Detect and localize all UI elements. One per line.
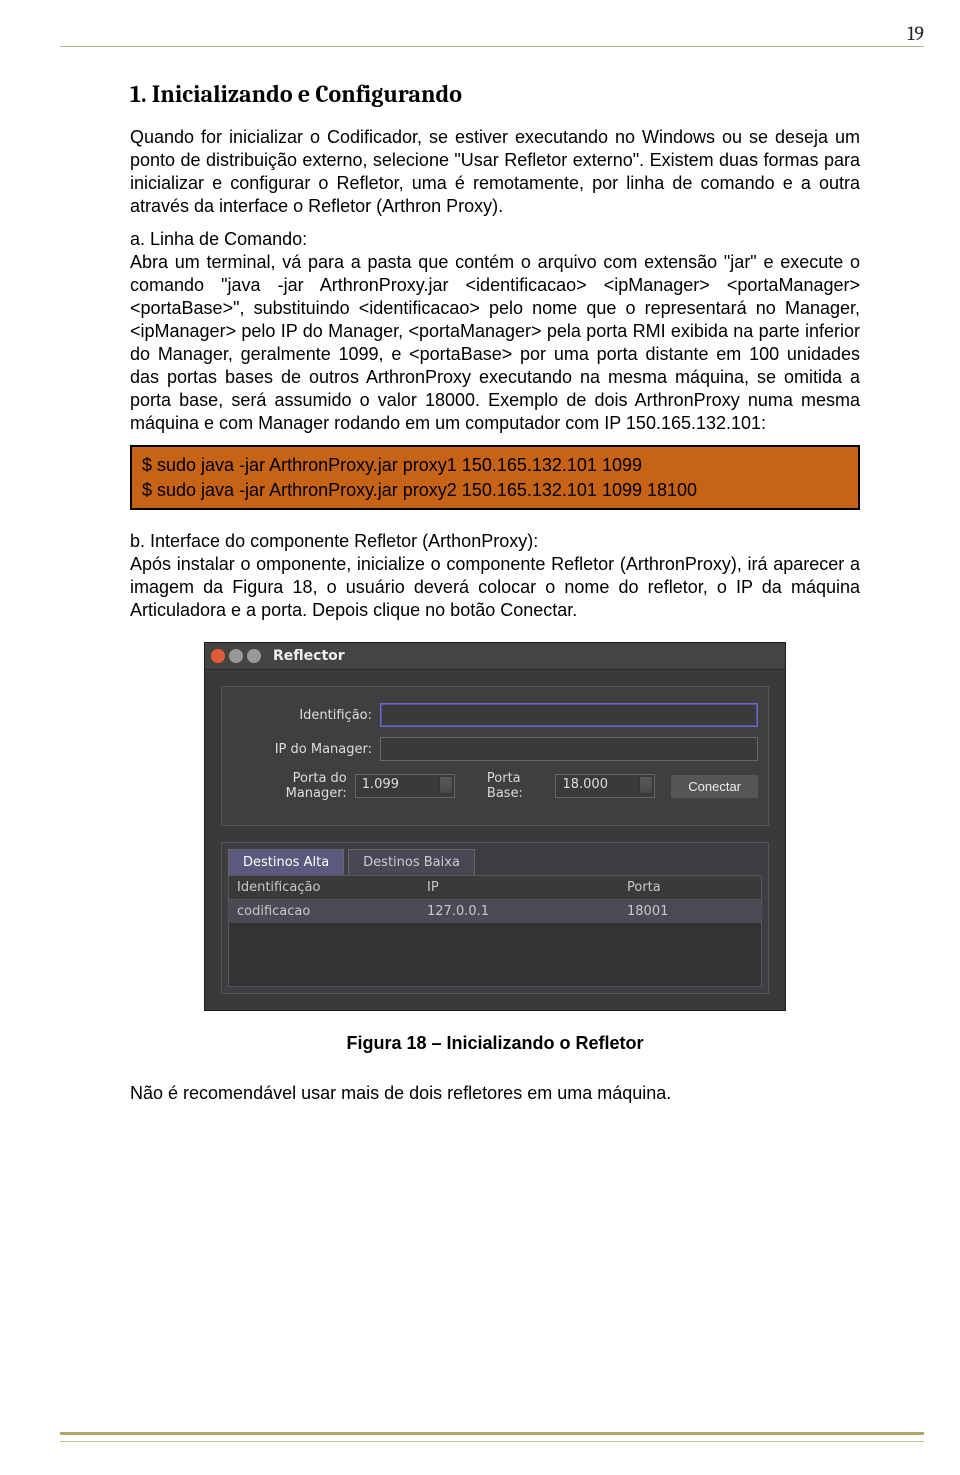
cell-porta: 18001	[627, 904, 753, 919]
close-icon[interactable]	[211, 649, 225, 663]
col-identificacao: Identificação	[237, 880, 427, 895]
porta-base-spinner[interactable]: 18.000	[555, 774, 655, 798]
ip-input[interactable]	[380, 737, 758, 761]
code-line-2: $ sudo java -jar ArthronProxy.jar proxy2…	[142, 478, 848, 502]
paragraph-note: Não é recomendável usar mais de dois ref…	[130, 1082, 860, 1105]
tab-destinos-alta[interactable]: Destinos Alta	[228, 849, 344, 875]
col-porta: Porta	[627, 880, 753, 895]
code-example-box: $ sudo java -jar ArthronProxy.jar proxy1…	[130, 445, 860, 510]
bottom-rule-strong	[60, 1432, 924, 1435]
window-title: Reflector	[273, 648, 345, 664]
cell-ident: codificacao	[237, 904, 427, 919]
label-ip: IP do Manager:	[232, 742, 372, 757]
figure-caption: Figura 18 – Inicializando o Refletor	[130, 1033, 860, 1054]
label-ident: Identifição:	[232, 708, 372, 723]
form-panel: Identifição: IP do Manager: Porta do Man…	[221, 686, 769, 826]
page-number: 19	[907, 22, 924, 45]
maximize-icon[interactable]	[247, 649, 261, 663]
destinations-panel: Destinos Alta Destinos Baixa Identificaç…	[221, 842, 769, 994]
col-ip: IP	[427, 880, 627, 895]
paragraph-intro: Quando for inicializar o Codificador, se…	[130, 126, 860, 218]
reflector-window: Reflector Identifição: IP do Manager: Po…	[204, 642, 786, 1011]
label-porta-manager: Porta do Manager:	[232, 771, 347, 801]
tab-bar: Destinos Alta Destinos Baixa	[222, 843, 768, 875]
paragraph-cli: a. Linha de Comando: Abra um terminal, v…	[130, 228, 860, 435]
top-rule	[60, 46, 924, 47]
paragraph-gui: b. Interface do componente Refletor (Art…	[130, 530, 860, 622]
grid-header: Identificação IP Porta	[229, 876, 761, 900]
table-row[interactable]: codificacao 127.0.0.1 18001	[229, 900, 761, 923]
heading-1: 1. Inicializando e Configurando	[130, 80, 860, 108]
tab-destinos-baixa[interactable]: Destinos Baixa	[348, 849, 475, 875]
titlebar: Reflector	[205, 643, 785, 670]
ident-input[interactable]	[380, 703, 758, 727]
label-porta-base: Porta Base:	[487, 771, 548, 801]
document-page: 19 1. Inicializando e Configurando Quand…	[0, 0, 960, 1475]
conectar-button[interactable]: Conectar	[671, 775, 758, 798]
porta-manager-spinner[interactable]: 1.099	[355, 774, 455, 798]
code-line-1: $ sudo java -jar ArthronProxy.jar proxy1…	[142, 453, 848, 477]
cell-ip: 127.0.0.1	[427, 904, 627, 919]
minimize-icon[interactable]	[229, 649, 243, 663]
bottom-rule-light	[60, 1441, 924, 1442]
destinations-grid: Identificação IP Porta codificacao 127.0…	[228, 875, 762, 987]
